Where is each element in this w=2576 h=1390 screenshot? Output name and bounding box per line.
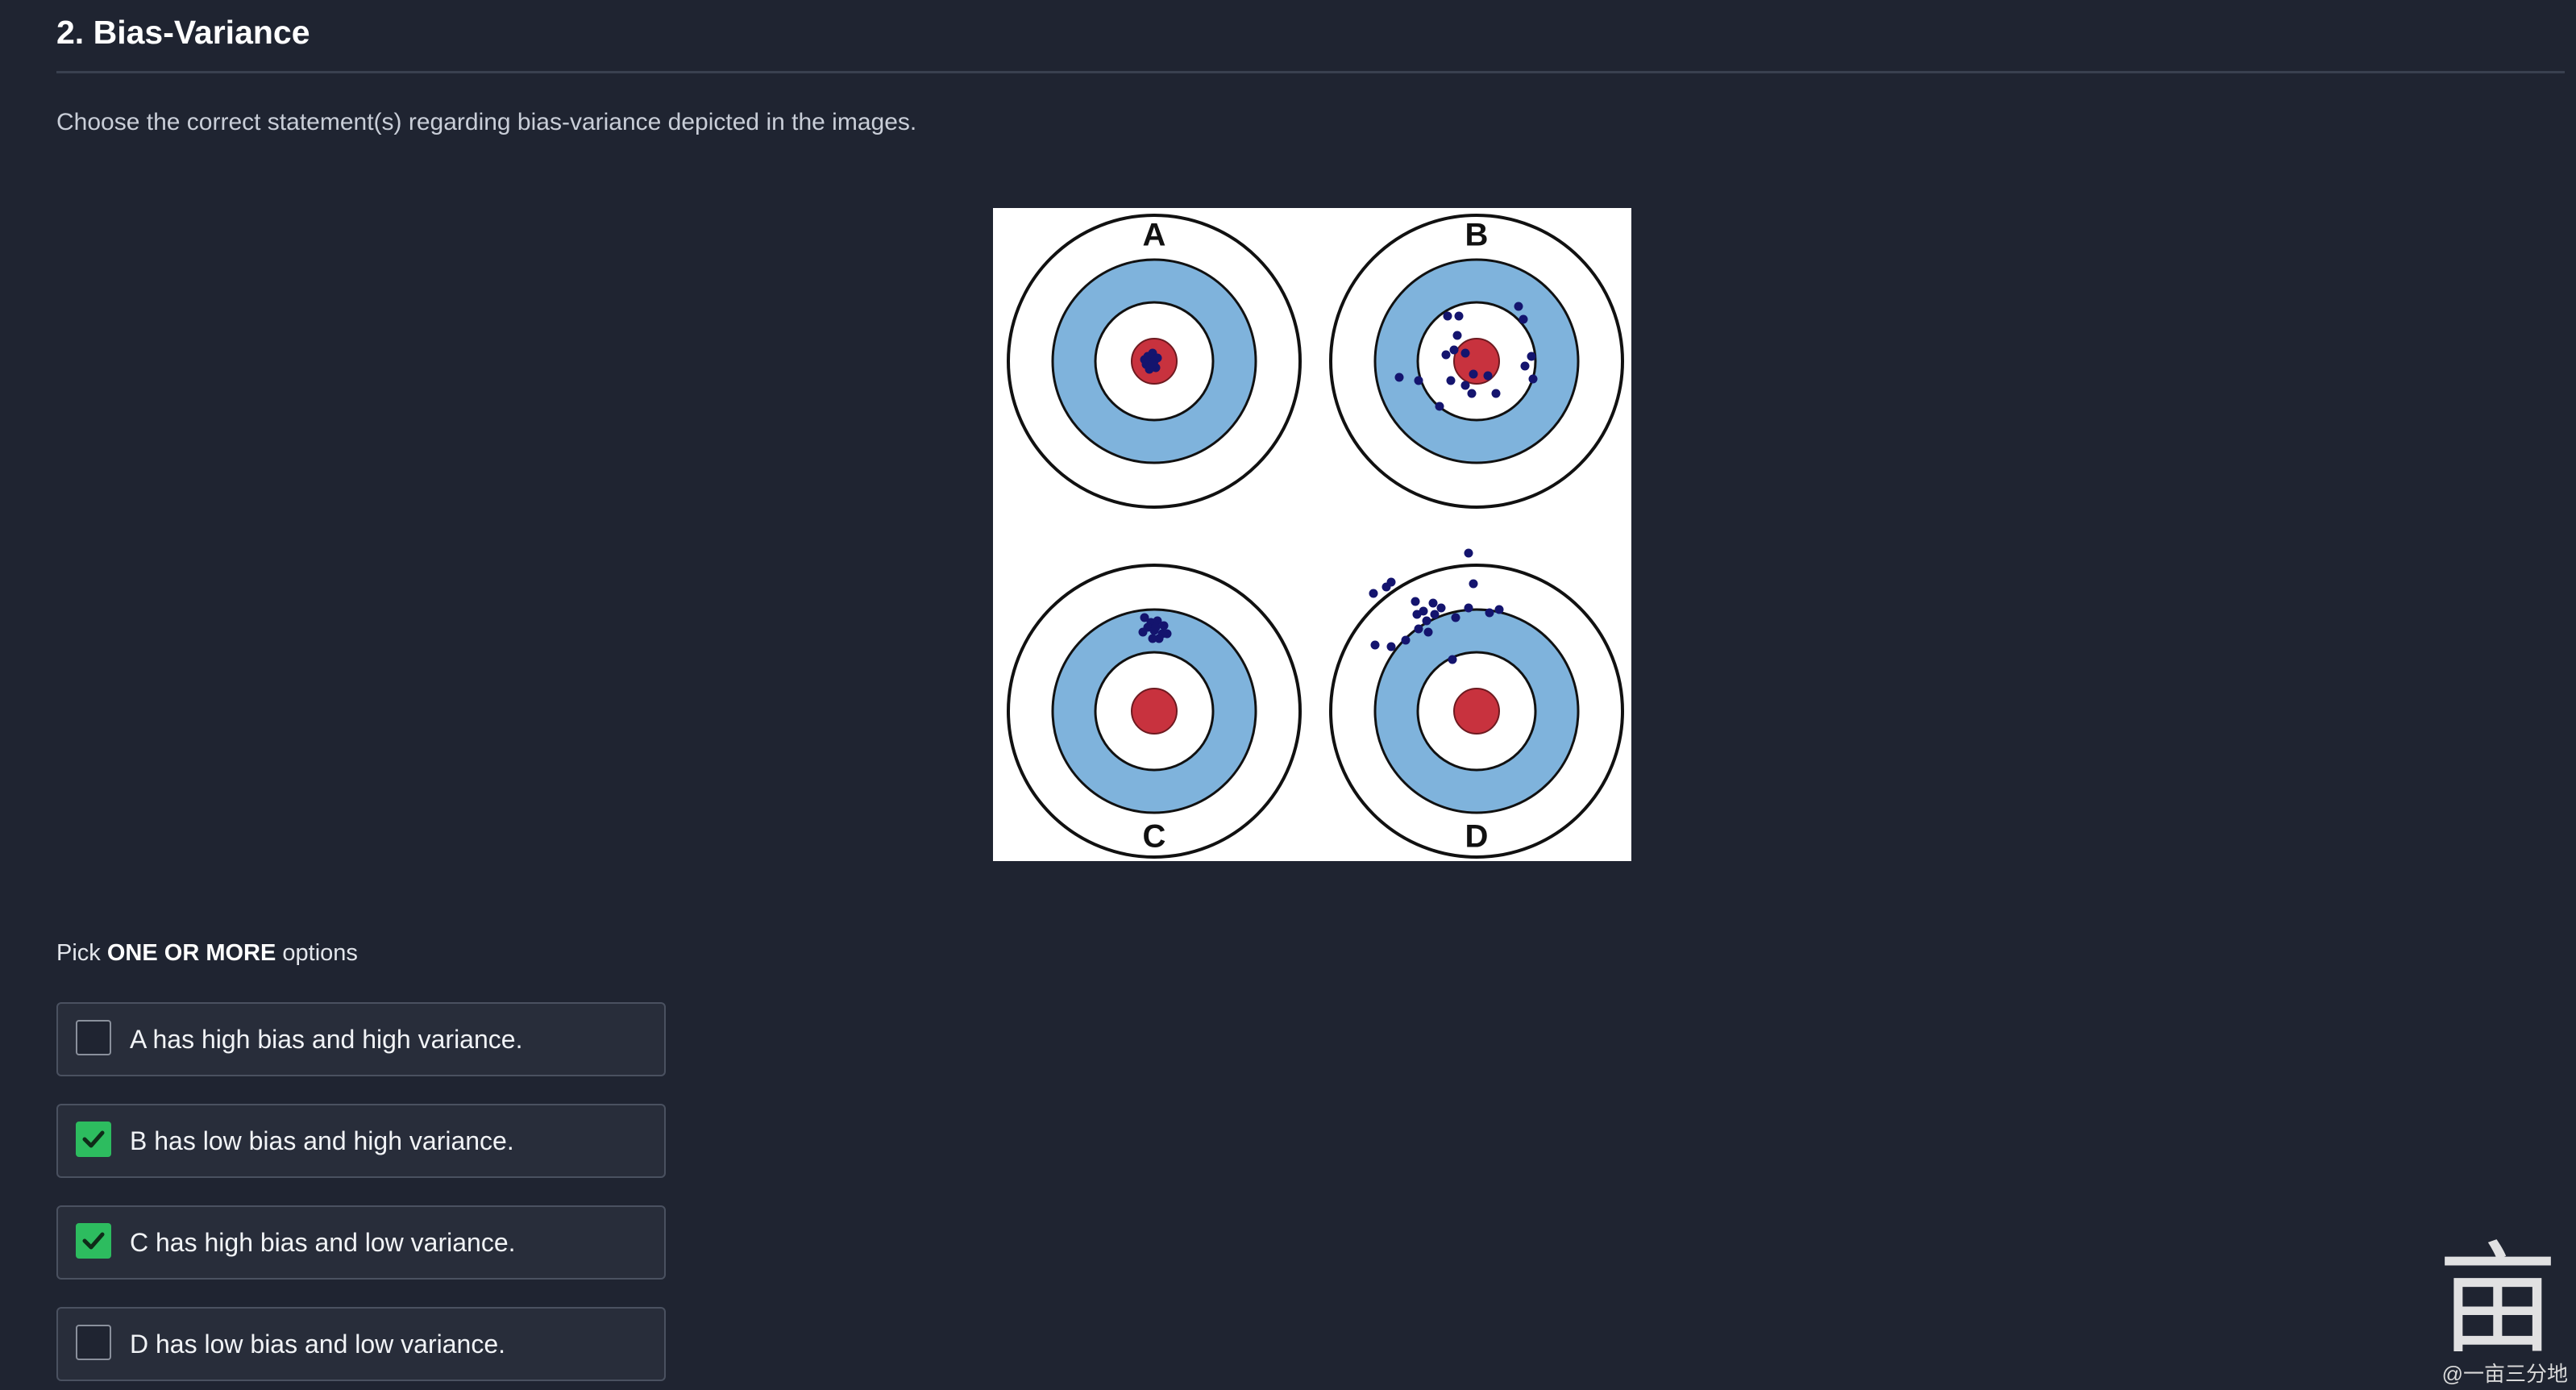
target-c-bullseye: [1131, 688, 1178, 735]
target-d-dot: [1370, 640, 1380, 650]
target-d-dot: [1401, 635, 1411, 645]
option-a[interactable]: A has high bias and high variance.: [56, 1002, 666, 1076]
target-d-dot: [1411, 597, 1420, 606]
target-d-dot: [1430, 610, 1440, 619]
pick-prefix: Pick: [56, 940, 101, 966]
checkmark-icon: [82, 1232, 105, 1250]
target-b-dot: [1446, 376, 1456, 385]
watermark: 亩 @一亩三分地: [2437, 1240, 2568, 1387]
bias-variance-figure: A B C D: [993, 208, 1631, 861]
target-c-dot: [1159, 621, 1169, 630]
option-c-label: C has high bias and low variance.: [130, 1228, 516, 1257]
title-divider: [56, 71, 2565, 73]
option-c[interactable]: C has high bias and low variance.: [56, 1205, 666, 1280]
checkbox-a[interactable]: [76, 1020, 111, 1055]
target-b-dot: [1460, 348, 1470, 358]
target-d-dot: [1436, 603, 1446, 613]
option-d-label: D has low bias and low variance.: [130, 1330, 506, 1359]
target-d-dot: [1412, 610, 1422, 619]
question-title: 2. Bias-Variance: [56, 14, 310, 51]
options-list: A has high bias and high variance. B has…: [56, 1002, 666, 1390]
target-b-dot: [1441, 350, 1451, 360]
target-b-dot: [1519, 314, 1528, 324]
target-b-dot: [1483, 371, 1493, 381]
target-b-dot: [1514, 302, 1523, 311]
target-d-dot: [1448, 655, 1457, 664]
target-a-dot: [1148, 360, 1157, 369]
pick-emphasis: ONE OR MORE: [106, 940, 276, 966]
target-d-dot: [1451, 613, 1460, 622]
target-b-dot: [1443, 311, 1452, 321]
target-b-dot: [1528, 374, 1538, 384]
checkbox-c[interactable]: [76, 1223, 111, 1259]
target-d-dot: [1469, 579, 1478, 589]
checkbox-b[interactable]: [76, 1122, 111, 1157]
target-d-dot: [1386, 642, 1396, 651]
target-b-dot: [1435, 402, 1444, 411]
target-d-dot: [1464, 548, 1473, 558]
target-b-dot: [1414, 376, 1423, 385]
target-d-dot: [1464, 603, 1473, 613]
target-b-dot: [1460, 381, 1470, 390]
target-c-dot: [1138, 627, 1148, 637]
target-b-label: B: [1465, 218, 1489, 253]
target-d-label: D: [1465, 819, 1489, 855]
target-b-dot: [1469, 369, 1478, 379]
target-d-dot: [1369, 589, 1378, 598]
target-d-dot: [1423, 627, 1433, 637]
targets-image: A B C D: [993, 208, 1631, 861]
checkbox-d[interactable]: [76, 1325, 111, 1360]
target-c-dot: [1162, 629, 1172, 639]
target-d-dot: [1428, 598, 1438, 608]
option-d[interactable]: D has low bias and low variance.: [56, 1307, 666, 1381]
target-d-dot: [1381, 582, 1391, 592]
target-b-dot: [1454, 311, 1464, 321]
target-d-bullseye: [1453, 688, 1500, 735]
target-d-dot: [1414, 624, 1423, 634]
target-d-dot: [1485, 608, 1494, 618]
target-b-dot: [1491, 389, 1501, 398]
target-a-label: A: [1143, 218, 1166, 253]
question-text: Choose the correct statement(s) regardin…: [56, 109, 917, 135]
question-page: 2. Bias-Variance Choose the correct stat…: [0, 0, 2576, 1390]
target-c-dot: [1148, 634, 1157, 643]
watermark-logo: 亩: [2437, 1230, 2558, 1371]
target-b-dot: [1452, 331, 1462, 340]
target-d-dot: [1494, 605, 1504, 614]
target-c-label: C: [1143, 819, 1166, 855]
pick-suffix: options: [282, 940, 358, 966]
option-a-label: A has high bias and high variance.: [130, 1025, 523, 1054]
target-b-dot: [1449, 345, 1459, 355]
pick-instruction: Pick ONE OR MORE options: [56, 937, 358, 969]
target-b-dot: [1467, 389, 1477, 398]
target-a-dot: [1140, 355, 1149, 364]
option-b[interactable]: B has low bias and high variance.: [56, 1104, 666, 1178]
option-b-label: B has low bias and high variance.: [130, 1126, 514, 1155]
target-d-dot: [1422, 616, 1431, 626]
target-b-dot: [1394, 372, 1404, 382]
target-b-dot: [1527, 352, 1536, 361]
target-c-dot: [1151, 622, 1161, 632]
checkmark-icon: [82, 1130, 105, 1148]
target-b-dot: [1520, 361, 1530, 371]
